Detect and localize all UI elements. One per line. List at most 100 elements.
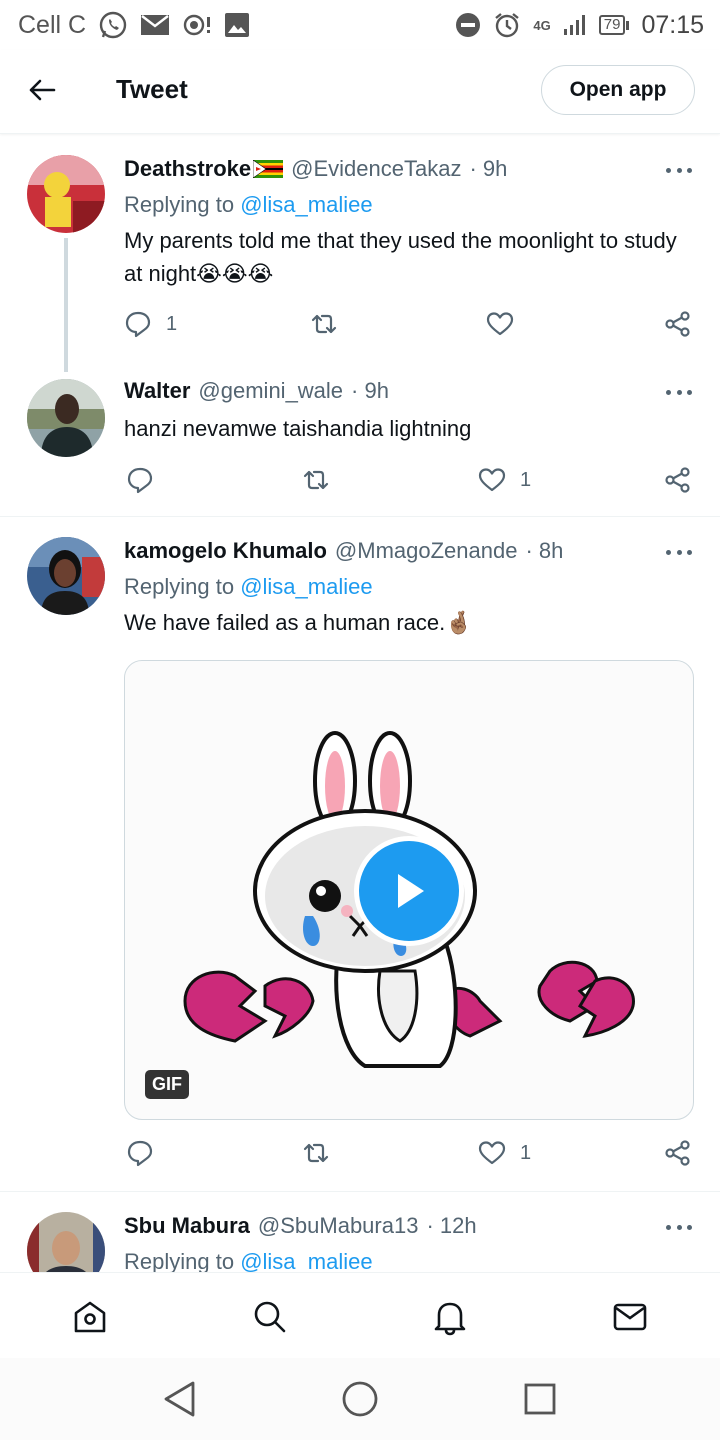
tweet-header: Sbu Mabura @SbuMabura13 · 12h bbox=[124, 1213, 477, 1239]
retweet-icon bbox=[311, 314, 337, 334]
retweet-button[interactable] bbox=[310, 310, 352, 338]
user-handle[interactable]: @EvidenceTakaz bbox=[291, 156, 461, 182]
nav-messages[interactable] bbox=[610, 1297, 650, 1337]
avatar-image bbox=[27, 379, 105, 457]
do-not-disturb-icon bbox=[456, 13, 481, 37]
gif-badge: GIF bbox=[145, 1070, 189, 1099]
reply-icon bbox=[127, 1140, 153, 1167]
tweet[interactable]: Sbu Mabura @SbuMabura13 · 12h Replying t… bbox=[0, 1192, 720, 1272]
system-back-button[interactable] bbox=[159, 1378, 201, 1420]
triangle-back-icon bbox=[164, 1381, 195, 1417]
like-button[interactable]: 1 bbox=[478, 1139, 531, 1167]
bottom-navigation bbox=[0, 1272, 720, 1358]
tweet-actions: 1 bbox=[124, 466, 696, 496]
app-header: Tweet Open app bbox=[0, 50, 720, 134]
tweet[interactable]: kamogelo Khumalo @MmagoZenande · 8h Repl… bbox=[0, 517, 720, 1191]
retweet-icon bbox=[303, 470, 329, 490]
share-icon bbox=[665, 311, 690, 337]
battery-tip bbox=[626, 20, 630, 30]
tweet-feed[interactable]: Deathstroke @EvidenceTakaz · 9h Replying… bbox=[0, 134, 720, 1272]
notifications-icon bbox=[434, 1302, 466, 1336]
more-options-icon[interactable] bbox=[666, 165, 692, 175]
display-name[interactable]: Walter bbox=[124, 378, 190, 404]
nav-home[interactable] bbox=[70, 1297, 110, 1337]
avatar[interactable] bbox=[27, 537, 105, 615]
avatar-image bbox=[27, 155, 105, 233]
tweet-time: · 8h bbox=[525, 538, 564, 563]
tweet-time: · 9h bbox=[351, 378, 389, 403]
display-name[interactable]: Sbu Mabura bbox=[124, 1213, 250, 1239]
status-bar: Cell C 4G 79 07:15 bbox=[0, 0, 720, 50]
mention-link[interactable]: @lisa_maliee bbox=[240, 192, 372, 217]
user-handle[interactable]: @MmagoZenande bbox=[335, 538, 518, 564]
tweet-time: · 9h bbox=[469, 156, 508, 181]
tweet[interactable]: Walter @gemini_wale · 9h hanzi nevamwe t… bbox=[0, 372, 720, 516]
reply-icon bbox=[125, 311, 151, 338]
play-button[interactable] bbox=[354, 836, 464, 946]
replying-to-label: Replying to bbox=[124, 1249, 235, 1272]
tweet-time: · 12h bbox=[426, 1213, 477, 1238]
share-button[interactable] bbox=[664, 1139, 692, 1167]
replying-to-label: Replying to bbox=[124, 574, 235, 599]
like-button[interactable] bbox=[486, 310, 528, 338]
network-type: 4G bbox=[533, 17, 551, 33]
reply-button[interactable] bbox=[126, 466, 168, 494]
share-button[interactable] bbox=[664, 466, 692, 494]
like-count: 1 bbox=[520, 1141, 532, 1164]
tweet-header: Deathstroke @EvidenceTakaz · 9h bbox=[124, 156, 507, 182]
circle-home-icon bbox=[342, 1381, 378, 1417]
share-button[interactable] bbox=[664, 310, 692, 338]
messages-icon bbox=[613, 1303, 647, 1331]
like-button[interactable]: 1 bbox=[478, 466, 531, 494]
reply-button[interactable]: 1 bbox=[124, 310, 177, 338]
battery-level: 79 bbox=[598, 15, 626, 35]
search-icon bbox=[254, 1301, 286, 1333]
open-app-button[interactable]: Open app bbox=[541, 65, 695, 115]
gif-media[interactable]: GIF bbox=[124, 660, 694, 1120]
mention-link[interactable]: @lisa_maliee bbox=[240, 1249, 372, 1272]
heart-icon bbox=[486, 312, 514, 336]
avatar[interactable] bbox=[27, 155, 105, 233]
status-bar-right: 4G 79 07:15 bbox=[455, 11, 704, 40]
more-options-icon[interactable] bbox=[666, 1222, 692, 1232]
system-recents-button[interactable] bbox=[519, 1378, 561, 1420]
tweet-header: Walter @gemini_wale · 9h bbox=[124, 378, 389, 404]
mention-link[interactable]: @lisa_maliee bbox=[240, 574, 372, 599]
retweet-button[interactable] bbox=[302, 466, 344, 494]
arrow-left-icon bbox=[29, 79, 56, 101]
more-options-icon[interactable] bbox=[666, 547, 692, 557]
replying-to: Replying to @lisa_maliee bbox=[124, 574, 373, 600]
signal-icon bbox=[563, 15, 585, 35]
avatar-image bbox=[27, 537, 105, 615]
user-handle[interactable]: @gemini_wale bbox=[198, 378, 343, 404]
reply-button[interactable] bbox=[126, 1139, 168, 1167]
camera-alert-icon bbox=[183, 14, 211, 36]
system-home-button[interactable] bbox=[339, 1378, 381, 1420]
retweet-button[interactable] bbox=[302, 1139, 344, 1167]
more-options-icon[interactable] bbox=[666, 387, 692, 397]
user-handle[interactable]: @SbuMabura13 bbox=[258, 1213, 419, 1239]
tweet[interactable]: Deathstroke @EvidenceTakaz · 9h Replying… bbox=[0, 134, 720, 372]
battery-indicator: 79 bbox=[598, 15, 630, 35]
back-button[interactable] bbox=[26, 74, 58, 106]
tweet-actions: 1 bbox=[124, 310, 696, 340]
tweet-actions: 1 bbox=[124, 1139, 696, 1169]
system-navigation-bar bbox=[0, 1358, 720, 1440]
retweet-icon bbox=[303, 1143, 329, 1163]
square-recents-icon bbox=[524, 1383, 556, 1415]
display-name[interactable]: Deathstroke bbox=[124, 156, 251, 182]
nav-search[interactable] bbox=[250, 1297, 290, 1337]
like-count: 1 bbox=[520, 468, 532, 491]
tweet-text: hanzi nevamwe taishandia lightning bbox=[124, 416, 472, 441]
replying-to: Replying to @lisa_maliee bbox=[124, 1249, 373, 1272]
thread-line bbox=[64, 238, 68, 372]
play-icon bbox=[398, 874, 424, 908]
avatar[interactable] bbox=[27, 1212, 105, 1272]
tweet-text: We have failed as a human race.🤞🏽 bbox=[124, 610, 473, 635]
whatsapp-icon bbox=[99, 11, 127, 39]
share-icon bbox=[665, 467, 690, 493]
replying-to: Replying to @lisa_maliee bbox=[124, 192, 373, 218]
avatar[interactable] bbox=[27, 379, 105, 457]
display-name[interactable]: kamogelo Khumalo bbox=[124, 538, 327, 564]
nav-notifications[interactable] bbox=[430, 1297, 470, 1337]
